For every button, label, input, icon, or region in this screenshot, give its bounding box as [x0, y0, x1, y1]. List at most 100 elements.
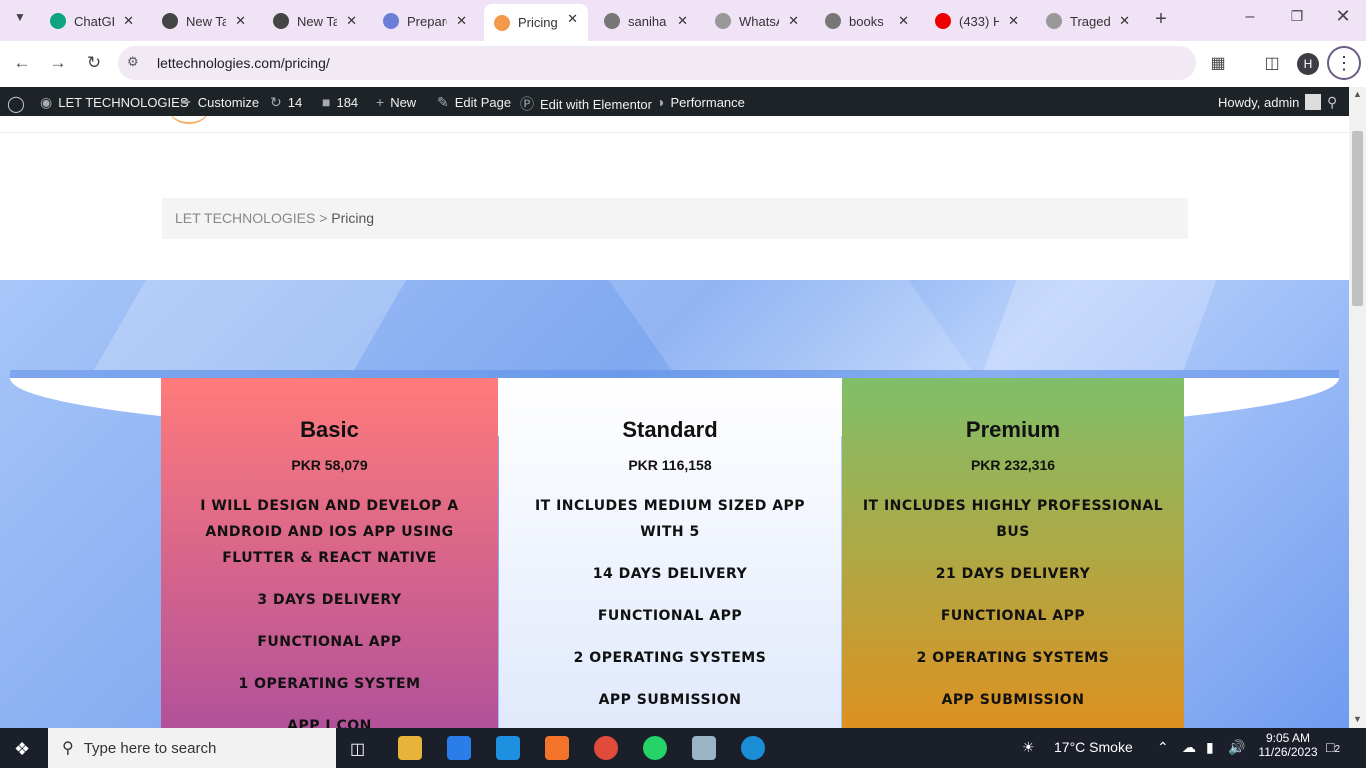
tab-7[interactable]: WhatsApp ✕: [705, 6, 809, 36]
weather-text[interactable]: 17°C Smoke: [1054, 739, 1133, 755]
windows-start-icon[interactable]: ❖: [14, 739, 30, 760]
reload-icon[interactable]: ↻: [82, 53, 106, 73]
chrome-icon[interactable]: [594, 736, 618, 760]
restore-button[interactable]: ❐: [1285, 8, 1309, 25]
site-logo[interactable]: [166, 116, 212, 124]
tab-10[interactable]: Tragedy ✕: [1036, 6, 1140, 36]
extensions-icon[interactable]: ▦: [1206, 53, 1230, 73]
pencil-icon: ✎: [437, 94, 449, 110]
tab-label: New Tab: [186, 13, 226, 29]
site-icon: [494, 14, 510, 31]
plan-price: PKR 116,158: [628, 457, 712, 473]
site-info-icon[interactable]: ⚙: [127, 54, 139, 70]
comments-link[interactable]: ■ 184: [322, 94, 358, 110]
gauge-icon: ◑: [656, 94, 665, 110]
edge-icon[interactable]: [741, 736, 765, 760]
minimize-button[interactable]: –: [1238, 8, 1262, 26]
plan-feature: It includes highly professional bus: [862, 498, 1164, 540]
profile-avatar[interactable]: H: [1297, 53, 1319, 75]
file-explorer-icon[interactable]: [398, 736, 422, 760]
pricing-card-standard: Standard PKR 116,158 It includes medium si…: [499, 378, 841, 728]
site-name-link[interactable]: ◉ LET TECHNOLOGIES: [40, 94, 189, 111]
performance-link[interactable]: ◑ Performance: [656, 94, 745, 110]
plan-feature: 2 operating systems: [573, 650, 767, 666]
tab-4[interactable]: Prepare ✕: [373, 6, 477, 36]
plan-feature: 21 days delivery: [935, 566, 1091, 582]
search-icon: ⚲: [62, 740, 74, 757]
close-window-button[interactable]: ✕: [1331, 6, 1355, 27]
doc-icon: [1046, 13, 1062, 29]
tab-close-icon[interactable]: ✕: [346, 13, 357, 29]
tab-close-icon[interactable]: ✕: [898, 13, 909, 29]
tab-close-icon[interactable]: ✕: [567, 11, 578, 27]
tray-chevron-icon[interactable]: ⌃: [1157, 739, 1169, 756]
store-icon[interactable]: [447, 736, 471, 760]
tab-label: WhatsApp: [739, 13, 779, 29]
brush-icon: ✒: [180, 94, 192, 110]
tab-close-icon[interactable]: ✕: [123, 13, 134, 29]
tab-5[interactable]: Pricing ✕: [484, 4, 588, 41]
forward-icon[interactable]: →: [46, 53, 70, 73]
plan-feature: Functional app: [597, 608, 743, 624]
url-text[interactable]: lettechnologies.com/pricing/: [157, 55, 330, 71]
updates-icon: ↻: [270, 94, 282, 110]
battery-icon[interactable]: ▮: [1206, 739, 1214, 756]
notification-center[interactable]: □2: [1326, 739, 1340, 755]
page-scrollbar[interactable]: ▲ ▼: [1349, 87, 1366, 728]
elementor-link[interactable]: Ⓟ Edit with Elementor: [520, 94, 652, 114]
wp-admin-bar: ◯ ◉ LET TECHNOLOGIES ✒ Customize ↻ 14 ■ 184 …: [0, 87, 1349, 116]
weather-icon[interactable]: ☀: [1022, 739, 1035, 756]
tab-label: New Tab: [297, 13, 337, 29]
tab-close-icon[interactable]: ✕: [456, 13, 467, 29]
tab-search-icon[interactable]: ▼: [8, 10, 32, 24]
side-panel-icon[interactable]: ◫: [1260, 53, 1284, 73]
plan-price: PKR 58,079: [291, 457, 368, 473]
whatsapp-icon[interactable]: [643, 736, 667, 760]
tab-8[interactable]: books ✕: [815, 6, 919, 36]
tab-close-icon[interactable]: ✕: [235, 13, 246, 29]
tab-2[interactable]: New Tab ✕: [152, 6, 256, 36]
tab-6[interactable]: saniha ✕: [594, 6, 698, 36]
new-content-link[interactable]: + New: [376, 94, 416, 110]
breadcrumb-home-link[interactable]: LET TECHNOLOGIES: [175, 210, 315, 226]
plus-icon: +: [376, 94, 385, 110]
google-icon: [604, 13, 620, 29]
tab-close-icon[interactable]: ✕: [677, 13, 688, 29]
tab-3[interactable]: New Tab ✕: [263, 6, 367, 36]
updates-link[interactable]: ↻ 14: [270, 94, 302, 111]
plan-feature: App submission: [598, 692, 742, 708]
plan-name: Premium: [965, 417, 1061, 442]
scrollbar-thumb[interactable]: [1352, 131, 1363, 306]
tab-close-icon[interactable]: ✕: [788, 13, 799, 29]
youtube-icon: [935, 13, 951, 29]
notepad-icon[interactable]: [692, 736, 716, 760]
plan-name: Standard: [622, 417, 718, 442]
clock[interactable]: 9:05 AM 11/26/2023: [1258, 731, 1318, 759]
tab-close-icon[interactable]: ✕: [1008, 13, 1019, 29]
dashboard-icon: ◉: [40, 94, 53, 110]
customize-link[interactable]: ✒ Customize: [180, 94, 259, 111]
new-tab-button[interactable]: +: [1149, 8, 1173, 31]
wordpress-icon: [273, 13, 289, 29]
tab-9[interactable]: (433) H ✕: [925, 6, 1029, 36]
mail-icon[interactable]: [496, 736, 520, 760]
tab-label: books: [849, 13, 884, 29]
xampp-icon[interactable]: [545, 736, 569, 760]
task-view-icon[interactable]: ◫: [350, 739, 365, 759]
taskbar-search[interactable]: ⚲ Type here to search: [48, 728, 336, 768]
breadcrumb: LET TECHNOLOGIES > Pricing: [162, 198, 1188, 239]
menu-icon[interactable]: ⋮: [1327, 46, 1361, 80]
breadcrumb-current: Pricing: [331, 210, 375, 226]
onedrive-icon[interactable]: ☁: [1182, 739, 1196, 756]
search-icon[interactable]: ⚲: [1327, 94, 1343, 111]
wordpress-logo-icon[interactable]: ◯: [7, 94, 31, 114]
tab-close-icon[interactable]: ✕: [1119, 13, 1130, 29]
howdy-account[interactable]: Howdy, admin: [1218, 94, 1322, 110]
volume-icon[interactable]: 🔊: [1228, 739, 1245, 756]
edit-page-link[interactable]: ✎ Edit Page: [437, 94, 511, 111]
plan-feature: I will design and develop a android and …: [200, 498, 459, 566]
back-icon[interactable]: ←: [10, 53, 34, 73]
page-content: LET TECHNOLOGIES > Pricing Basic PKR 58,0…: [0, 116, 1349, 728]
tab-1[interactable]: ChatGPT ✕: [40, 6, 144, 36]
plan-feature: App submission: [941, 692, 1085, 708]
